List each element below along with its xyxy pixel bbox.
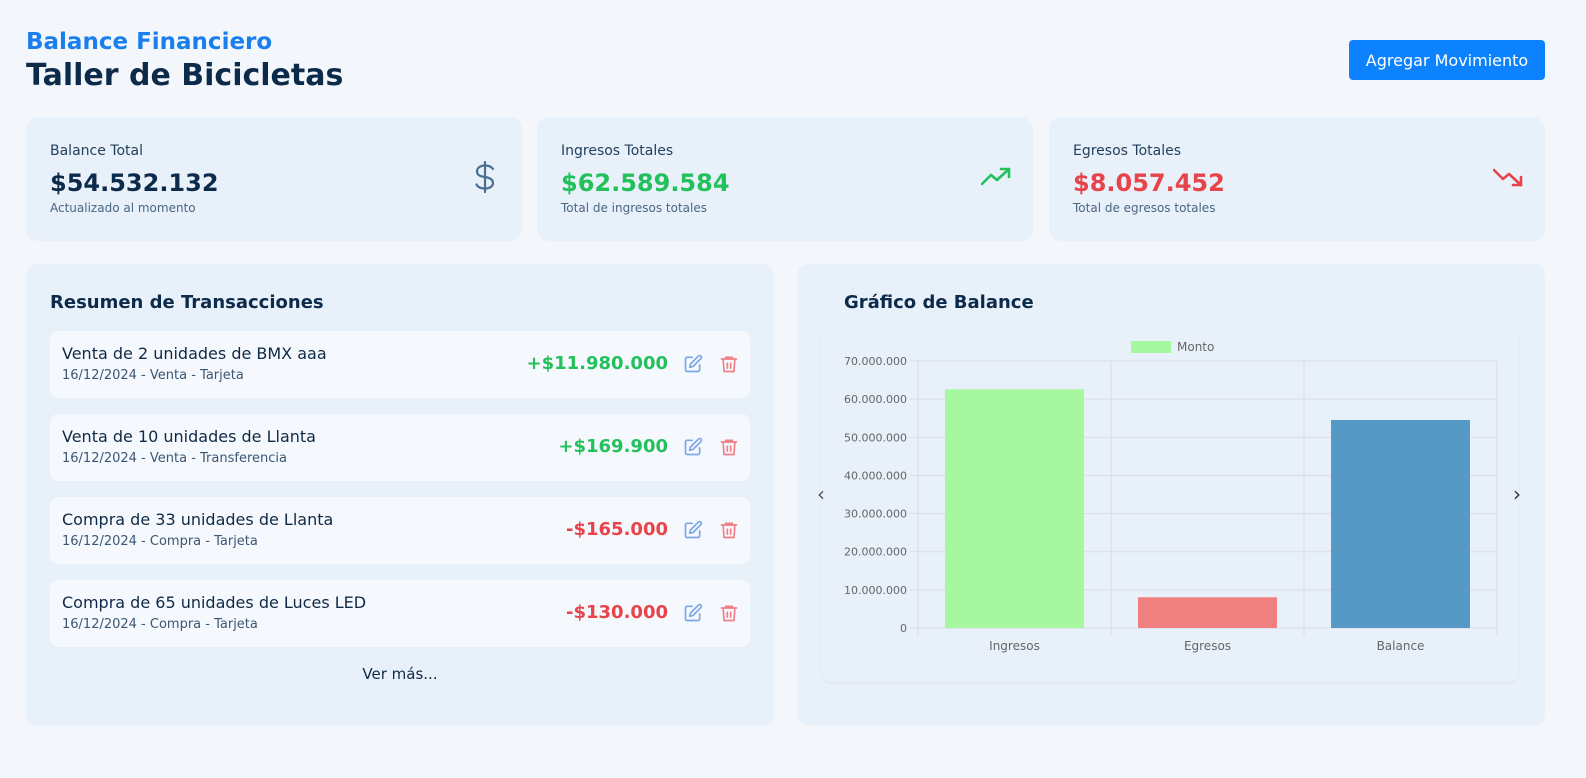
card-label: Ingresos Totales [561,143,674,159]
transaction-amount: +$169.900 [558,436,668,457]
y-tick-label: 10.000.000 [844,584,907,597]
x-tick-label: Egresos [1184,639,1231,653]
y-tick-label: 30.000.000 [844,508,907,521]
legend-swatch [1131,341,1171,353]
bar-egresos [1138,597,1277,628]
edit-icon[interactable] [683,437,703,457]
trash-icon[interactable] [719,603,739,623]
transaction-meta: 16/12/2024 - Compra - Tarjeta [62,534,258,549]
transaction-amount: +$11.980.000 [526,353,668,374]
trash-icon[interactable] [719,520,739,540]
edit-icon[interactable] [683,603,703,623]
transaction-description: Compra de 33 unidades de Llanta [62,510,334,529]
balance-chart-panel: Gráfico de Balance 0 10.000.000 20.000.000… [797,264,1545,726]
legend-label: Monto [1177,340,1214,354]
page-header: Balance Financiero Taller de Bicicletas [26,28,343,96]
trending-up-icon [981,167,1011,186]
bar-chart: 0 10.000.000 20.000.000 30.000.000 40.000.00… [844,340,1498,653]
x-tick-label: Ingresos [989,639,1040,653]
edit-icon[interactable] [683,520,703,540]
x-tick-label: Balance [1377,639,1425,653]
transaction-item: Venta de 10 unidades de Llanta 16/12/202… [50,414,750,481]
card-subtext: Total de ingresos totales [561,201,707,215]
trash-icon[interactable] [719,437,739,457]
transactions-title: Resumen de Transacciones [50,292,324,313]
y-tick-label: 50.000.000 [844,431,907,444]
transactions-panel: Resumen de Transacciones Venta de 2 unid… [26,264,774,726]
card-label: Balance Total [50,143,143,159]
bar-balance [1331,419,1470,628]
y-tick-label: 70.000.000 [844,355,907,368]
card-subtext: Actualizado al momento [50,201,196,215]
page-title: Taller de Bicicletas [26,58,344,93]
y-tick-label: 40.000.000 [844,469,907,482]
trash-icon[interactable] [719,354,739,374]
transaction-item: Compra de 33 unidades de Llanta 16/12/20… [50,497,750,564]
chevron-right-icon[interactable]: › [1513,484,1521,504]
see-more-link[interactable]: Ver más... [26,665,774,683]
y-tick-label: 20.000.000 [844,546,907,559]
chevron-left-icon[interactable]: ‹ [817,484,825,504]
transaction-description: Venta de 10 unidades de Llanta [62,427,316,446]
y-tick-label: 0 [900,622,907,635]
edit-icon[interactable] [683,354,703,374]
card-value: $54.532.132 [50,169,219,197]
card-label: Egresos Totales [1073,143,1182,159]
y-tick-label: 60.000.000 [844,393,907,406]
trending-down-icon [1493,168,1523,187]
transaction-item: Venta de 2 unidades de BMX aaa 16/12/202… [50,331,750,398]
card-subtext: Total de egresos totales [1073,201,1216,215]
page-subtitle: Balance Financiero [26,29,273,55]
chart-title: Gráfico de Balance [844,292,1034,313]
card-value: $62.589.584 [561,169,730,197]
transaction-meta: 16/12/2024 - Venta - Transferencia [62,451,287,466]
chart-container: 0 10.000.000 20.000.000 30.000.000 40.000.00… [817,328,1521,682]
bar-ingresos [945,389,1084,628]
transaction-description: Venta de 2 unidades de BMX aaa [62,344,327,363]
income-total-card: Ingresos Totales $62.589.584 Total de in… [537,117,1033,241]
transaction-item: Compra de 65 unidades de Luces LED 16/12… [50,580,750,647]
transaction-meta: 16/12/2024 - Venta - Tarjeta [62,368,244,383]
dollar-icon [475,161,495,193]
transaction-amount: -$130.000 [566,602,668,623]
balance-total-card: Balance Total $54.532.132 Actualizado al… [26,117,522,241]
transaction-amount: -$165.000 [566,519,668,540]
expense-total-card: Egresos Totales $8.057.452 Total de egre… [1049,117,1545,241]
add-movement-button[interactable]: Agregar Movimiento [1349,40,1545,80]
transaction-meta: 16/12/2024 - Compra - Tarjeta [62,617,258,632]
transaction-description: Compra de 65 unidades de Luces LED [62,593,367,612]
card-value: $8.057.452 [1073,169,1225,197]
